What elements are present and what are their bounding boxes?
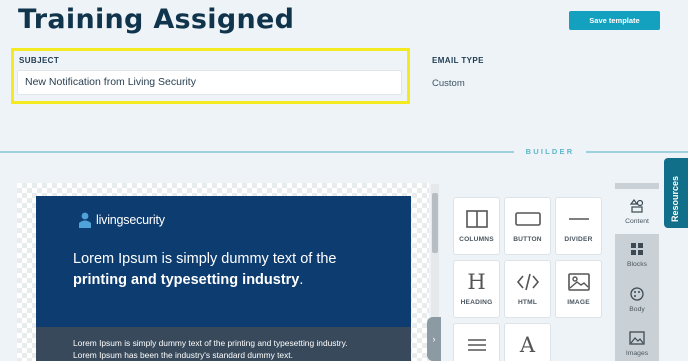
email-type-label: EMAIL TYPE bbox=[432, 56, 484, 65]
tool-heading[interactable]: H HEADING bbox=[453, 260, 500, 318]
font-icon: A bbox=[519, 333, 536, 357]
tool-divider[interactable]: DIVIDER bbox=[555, 197, 602, 255]
tool-button[interactable]: BUTTON bbox=[504, 197, 551, 255]
chevron-right-icon: › bbox=[432, 334, 436, 344]
living-security-logo: livingsecurity bbox=[78, 212, 165, 228]
subject-value: New Notification from Living Security bbox=[25, 76, 196, 88]
page-title: Training Assigned bbox=[18, 4, 295, 35]
tab-blocks[interactable]: Blocks bbox=[615, 232, 659, 277]
heading-icon: H bbox=[467, 270, 486, 294]
tool-font[interactable]: A bbox=[504, 323, 551, 361]
email-type-value: Custom bbox=[432, 78, 465, 89]
subject-label: SUBJECT bbox=[19, 56, 60, 65]
shapes-icon bbox=[629, 198, 644, 215]
tab-images[interactable]: Images bbox=[615, 321, 659, 361]
subject-input[interactable]: New Notification from Living Security bbox=[17, 70, 402, 95]
tool-text[interactable] bbox=[453, 323, 500, 361]
tool-columns[interactable]: COLUMNS bbox=[453, 197, 500, 255]
palette-icon bbox=[630, 286, 644, 303]
text-icon bbox=[467, 334, 487, 356]
logo-text: livingsecurity bbox=[96, 213, 165, 227]
images-icon bbox=[629, 330, 645, 347]
collapse-panel-handle[interactable]: › bbox=[427, 317, 441, 361]
divider-icon bbox=[568, 208, 590, 230]
builder-label: BUILDER bbox=[514, 144, 586, 160]
logo-mark-icon bbox=[79, 212, 91, 228]
body-text: Lorem Ipsum is simply dummy text of the … bbox=[73, 338, 348, 360]
grid-icon bbox=[630, 242, 644, 258]
tab-content[interactable]: Content bbox=[615, 189, 659, 234]
save-template-button[interactable]: Save template bbox=[569, 11, 660, 30]
columns-icon bbox=[465, 208, 488, 230]
image-icon bbox=[567, 271, 590, 293]
code-icon bbox=[516, 271, 540, 293]
button-icon bbox=[514, 208, 541, 230]
tab-body[interactable]: Body bbox=[615, 277, 659, 322]
resources-tab[interactable]: Resources bbox=[664, 158, 688, 228]
canvas-scrollbar-thumb[interactable] bbox=[432, 193, 438, 253]
hero-text: Lorem Ipsum is simply dummy text of the … bbox=[73, 251, 337, 288]
tool-html[interactable]: HTML bbox=[504, 260, 551, 318]
tool-image[interactable]: IMAGE bbox=[555, 260, 602, 318]
